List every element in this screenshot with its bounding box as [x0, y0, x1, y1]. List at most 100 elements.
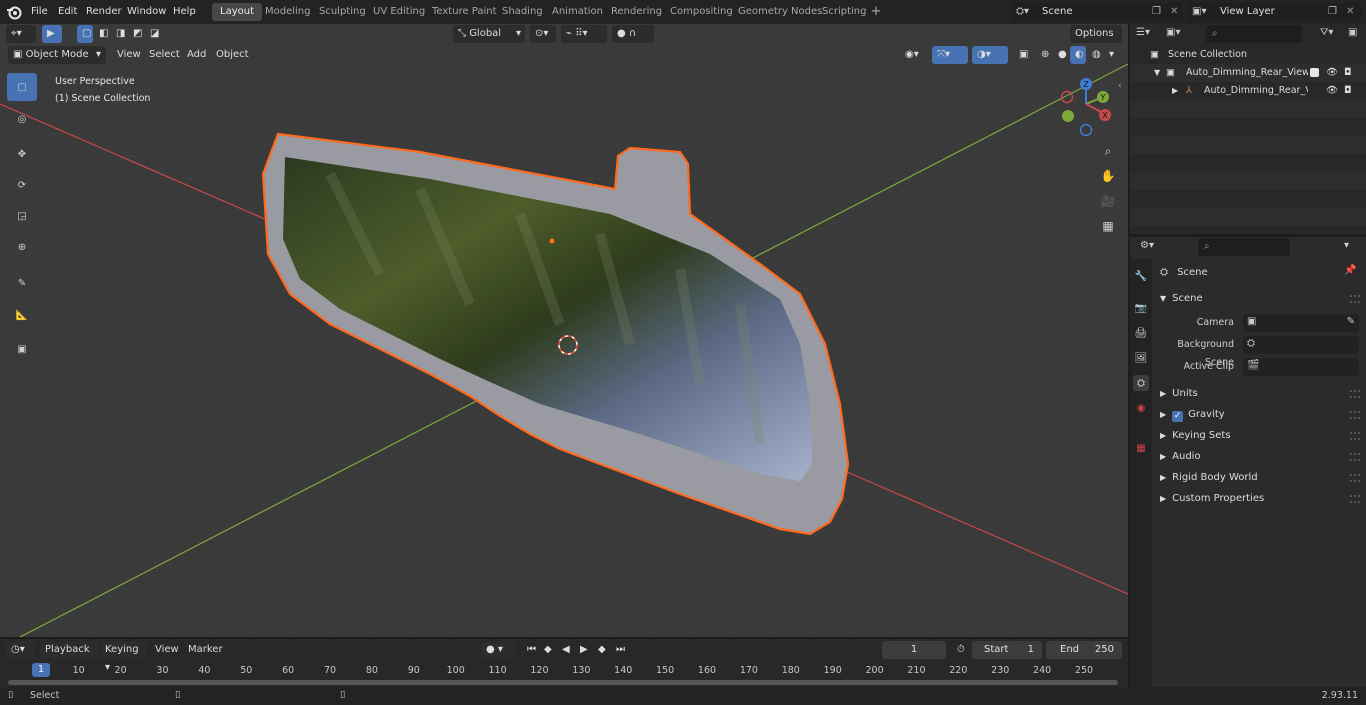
- select-box-icon[interactable]: ▢: [7, 73, 37, 101]
- gizmo-toggle-icon[interactable]: ⤧▾: [932, 46, 968, 64]
- cursor-icon[interactable]: ◎: [7, 105, 37, 133]
- eye-icon[interactable]: 👁: [1326, 64, 1338, 82]
- menu-keying[interactable]: Keying ▾: [100, 641, 146, 673]
- section-custom-properties[interactable]: ▶ Custom Properties: [1160, 490, 1264, 508]
- menu-select[interactable]: Select: [144, 46, 185, 64]
- menu-timeline-view[interactable]: View: [150, 641, 184, 659]
- tab-rendering[interactable]: Rendering: [603, 3, 670, 21]
- play-icon[interactable]: ▶: [575, 641, 591, 659]
- tab-animation[interactable]: Animation: [544, 3, 611, 21]
- scale-icon[interactable]: ◲: [7, 202, 37, 230]
- camera-view-icon[interactable]: 🎥: [1096, 189, 1120, 213]
- timeline-editor-dropdown[interactable]: ◷▾: [6, 641, 34, 659]
- expand-arrow-icon[interactable]: ▶: [1160, 473, 1166, 482]
- tweak-tool-icon[interactable]: ▶: [42, 25, 62, 43]
- section-keying-sets[interactable]: ▶ Keying Sets: [1160, 427, 1231, 445]
- zoom-icon[interactable]: ⌕: [1096, 139, 1120, 163]
- camera-render-icon[interactable]: ◘: [1344, 64, 1352, 82]
- rotate-icon[interactable]: ⟳: [7, 171, 37, 199]
- playhead[interactable]: 1: [32, 663, 50, 677]
- copy-icon[interactable]: ❐: [1328, 3, 1337, 21]
- annotate-icon[interactable]: ✎: [7, 269, 37, 297]
- filter-icon[interactable]: ⛛▾: [1320, 27, 1333, 38]
- outliner-row-mesh[interactable]: ▶ ⅄ Auto_Dimming_Rear_Vie 👁 ◘: [1130, 82, 1366, 100]
- transform-icon[interactable]: ⊕: [7, 233, 37, 261]
- menu-playback[interactable]: Playback ▾: [40, 641, 98, 673]
- end-frame-field[interactable]: End 250: [1046, 641, 1122, 659]
- expand-arrow-icon[interactable]: ▶: [1160, 431, 1166, 440]
- sidebar-toggle-icon[interactable]: ‹: [1118, 81, 1122, 91]
- menu-file[interactable]: File: [25, 3, 54, 21]
- close-icon[interactable]: ✕: [1346, 3, 1354, 21]
- select-mode-intersect-icon[interactable]: ◪: [145, 25, 161, 43]
- measure-icon[interactable]: 📐: [7, 301, 37, 329]
- tab-texture-paint[interactable]: Texture Paint: [424, 3, 505, 21]
- exclude-checkbox[interactable]: [1310, 68, 1319, 77]
- use-preview-range-icon[interactable]: ⏱: [952, 641, 970, 659]
- next-keyframe-icon[interactable]: ◆: [593, 641, 609, 659]
- select-mode-new-icon[interactable]: ▢: [77, 25, 93, 43]
- tab-uv-editing[interactable]: UV Editing: [365, 3, 433, 21]
- select-mode-extend-icon[interactable]: ◧: [94, 25, 110, 43]
- section-gravity[interactable]: ▶ ✓ Gravity: [1160, 406, 1225, 424]
- shading-rendered-icon[interactable]: ◍: [1087, 46, 1103, 64]
- properties-search-input[interactable]: ⌕: [1198, 238, 1290, 256]
- world-tab-icon[interactable]: ◉: [1133, 400, 1149, 416]
- outliner-editor-dropdown[interactable]: ☰▾: [1136, 27, 1150, 38]
- select-mode-invert-icon[interactable]: ◩: [128, 25, 144, 43]
- pin-icon[interactable]: 📌: [1344, 265, 1356, 276]
- tab-layout[interactable]: Layout: [212, 3, 262, 21]
- camera-render-icon[interactable]: ◘: [1344, 82, 1352, 100]
- properties-editor-dropdown[interactable]: ⚙▾: [1140, 240, 1154, 251]
- view-layer-selector[interactable]: ▣▾ View Layer ❐ ✕: [1188, 3, 1362, 21]
- texture-tab-icon[interactable]: ▦: [1133, 440, 1149, 456]
- copy-icon[interactable]: ❐: [1152, 3, 1161, 21]
- proportional-edit-toggle[interactable]: ● ∩: [612, 25, 654, 43]
- add-cube-icon[interactable]: ▣: [7, 335, 37, 363]
- move-icon[interactable]: ✥: [7, 140, 37, 168]
- shading-options-icon[interactable]: ▾: [1104, 46, 1120, 64]
- expand-arrow-icon[interactable]: ▼: [1160, 294, 1166, 303]
- render-tab-icon[interactable]: 📷: [1133, 300, 1149, 316]
- display-mode-dropdown[interactable]: ▣▾: [1166, 27, 1180, 38]
- tab-modeling[interactable]: Modeling: [257, 3, 319, 21]
- section-rigid-body-world[interactable]: ▶ Rigid Body World: [1160, 469, 1258, 487]
- menu-object[interactable]: Object: [211, 46, 254, 64]
- tab-shading[interactable]: Shading: [494, 3, 551, 21]
- gravity-checkbox[interactable]: ✓: [1172, 411, 1184, 422]
- expand-arrow-icon[interactable]: ▶: [1160, 452, 1166, 461]
- overlay-toggle-icon[interactable]: ◑▾: [972, 46, 1008, 64]
- viewport-canvas[interactable]: [0, 24, 1128, 637]
- select-mode-subtract-icon[interactable]: ◨: [111, 25, 127, 43]
- properties-options-icon[interactable]: ▾: [1344, 240, 1349, 251]
- start-frame-field[interactable]: Start 1: [972, 641, 1042, 659]
- menu-marker[interactable]: Marker: [183, 641, 228, 659]
- expand-arrow-icon[interactable]: ▶: [1172, 82, 1178, 100]
- prev-keyframe-icon[interactable]: ◆: [539, 641, 555, 659]
- menu-edit[interactable]: Edit: [52, 3, 83, 21]
- outliner-row-scene-collection[interactable]: ▣ Scene Collection: [1130, 46, 1366, 64]
- mode-dropdown[interactable]: ▣ Object Mode ▾: [8, 46, 106, 64]
- jump-start-icon[interactable]: ⏮: [522, 641, 538, 659]
- snap-toggle[interactable]: ⌁ ⠿▾: [561, 25, 607, 43]
- new-collection-icon[interactable]: ▣: [1348, 27, 1357, 38]
- menu-help[interactable]: Help: [167, 3, 202, 21]
- pivot-dropdown[interactable]: ⊙▾: [530, 25, 556, 43]
- view-layer-tab-icon[interactable]: 🖼: [1133, 350, 1149, 366]
- section-units[interactable]: ▶ Units: [1160, 385, 1198, 403]
- shading-material-icon[interactable]: ◐: [1070, 46, 1086, 64]
- record-button[interactable]: ● ▾: [481, 641, 515, 659]
- current-frame-field[interactable]: 1: [882, 641, 946, 659]
- tab-compositing[interactable]: Compositing: [662, 3, 741, 21]
- add-workspace-button[interactable]: +: [869, 5, 883, 19]
- navigation-gizmo[interactable]: Z Y X: [1055, 74, 1125, 136]
- shading-wireframe-icon[interactable]: ⊕: [1036, 46, 1052, 64]
- active-clip-field[interactable]: 🎬: [1243, 358, 1359, 376]
- expand-arrow-icon[interactable]: ▶: [1160, 410, 1166, 419]
- eyedropper-icon[interactable]: ✎: [1347, 316, 1355, 327]
- play-reverse-icon[interactable]: ◀: [557, 641, 573, 659]
- menu-view[interactable]: View: [112, 46, 146, 64]
- expand-arrow-icon[interactable]: ▼: [1154, 64, 1160, 82]
- scene-selector[interactable]: ⛭▾ Scene ❐ ✕: [1012, 3, 1182, 21]
- 3d-viewport[interactable]: ▣ Object Mode ▾ View Select Add Object ⤡ …: [0, 24, 1128, 637]
